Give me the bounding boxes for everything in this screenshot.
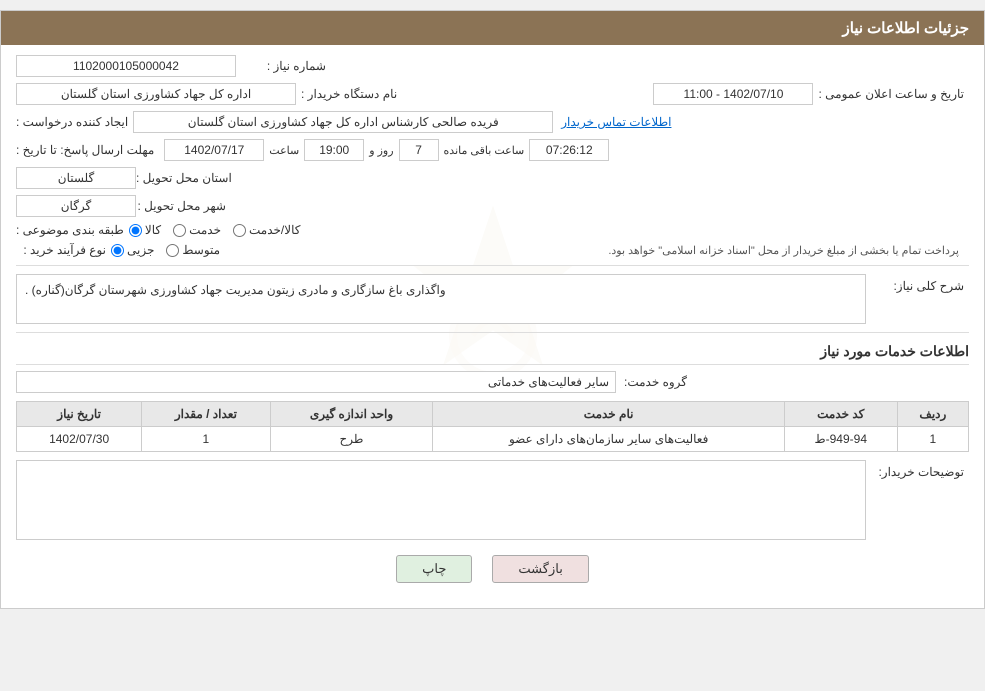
col-row: ردیف — [897, 402, 968, 427]
need-number-label: شماره نیاز : — [236, 59, 326, 73]
content-area: شماره نیاز : 1102000105000042 تاریخ و سا… — [1, 45, 984, 608]
back-button[interactable]: بازگشت — [492, 555, 588, 583]
org-name-label: نام دستگاه خریدار : — [301, 87, 397, 101]
purchase-mutawassit-radio[interactable] — [166, 244, 179, 257]
table-row: 1949-94-طفعالیت‌های سایر سازمان‌های دارا… — [17, 427, 969, 452]
buttons-row: بازگشت چاپ — [16, 555, 969, 583]
org-announce-row: تاریخ و ساعت اعلان عمومی : 1402/07/10 - … — [16, 83, 969, 105]
cell-row: 1 — [897, 427, 968, 452]
cell-date: 1402/07/30 — [17, 427, 142, 452]
buyer-notes-label: توضیحات خریدار: — [874, 465, 964, 479]
purchase-mutawassit-label: متوسط — [182, 243, 220, 257]
purchase-type-label: نوع فرآیند خرید : — [16, 243, 106, 257]
days-label: روز و — [369, 144, 393, 157]
category-khedmat-radio[interactable] — [173, 224, 186, 237]
need-number-row: شماره نیاز : 1102000105000042 — [16, 55, 969, 77]
cell-name: فعالیت‌های سایر سازمان‌های دارای عضو — [433, 427, 784, 452]
province-value: گلستان — [16, 167, 136, 189]
page-header: جزئیات اطلاعات نیاز — [1, 11, 984, 45]
province-row: استان محل تحویل : گلستان — [16, 167, 969, 189]
separator-1 — [16, 265, 969, 266]
creator-value: فریده صالحی کارشناس اداره کل جهاد کشاورز… — [133, 111, 553, 133]
remaining-label: ساعت باقی مانده — [444, 144, 525, 157]
time-label: ساعت — [269, 144, 299, 157]
col-name: نام خدمت — [433, 402, 784, 427]
buyer-notes-value — [16, 460, 866, 540]
category-kala-khedmat-label: کالا/خدمت — [249, 223, 300, 237]
reply-remaining-value: 07:26:12 — [529, 139, 609, 161]
page-container: جزئیات اطلاعات نیاز شماره نیاز : 1102000… — [0, 10, 985, 609]
creator-row: اطلاعات تماس خریدار فریده صالحی کارشناس … — [16, 111, 969, 133]
service-info-title: اطلاعات خدمات مورد نیاز — [16, 343, 969, 365]
reply-deadline-label: مهلت ارسال پاسخ: تا تاریخ : — [16, 143, 154, 157]
cell-count: 1 — [142, 427, 270, 452]
category-label: طبقه بندی موضوعی : — [16, 223, 124, 237]
reply-days-value: 7 — [399, 139, 439, 161]
category-row: کالا/خدمت خدمت کالا طبقه بندی موضوعی : — [16, 223, 969, 237]
category-kala-label: کالا — [145, 223, 161, 237]
purchase-jozei-label: جزیی — [127, 243, 154, 257]
category-option-kala-khedmat: کالا/خدمت — [233, 223, 300, 237]
need-desc-label: شرح کلی نیاز: — [874, 279, 964, 293]
table-header-row: ردیف کد خدمت نام خدمت واحد اندازه گیری ت… — [17, 402, 969, 427]
col-unit: واحد اندازه گیری — [270, 402, 433, 427]
reply-time-value: 19:00 — [304, 139, 364, 161]
print-button[interactable]: چاپ — [396, 555, 472, 583]
announce-date-value: 1402/07/10 - 11:00 — [653, 83, 813, 105]
province-label: استان محل تحویل : — [136, 171, 232, 185]
cell-unit: طرح — [270, 427, 433, 452]
service-group-row: گروه خدمت: سایر فعالیت‌های خدماتی — [16, 371, 969, 393]
purchase-type-option-mutawassit: متوسط — [166, 243, 220, 257]
col-count: تعداد / مقدار — [142, 402, 270, 427]
category-kala-radio[interactable] — [129, 224, 142, 237]
need-desc-section: شرح کلی نیاز: واگذاری باغ سازگاری و مادر… — [16, 274, 969, 324]
org-name-value: اداره کل جهاد کشاورزی استان گلستان — [16, 83, 296, 105]
city-label: شهر محل تحویل : — [136, 199, 226, 213]
category-radio-group: کالا/خدمت خدمت کالا — [129, 223, 301, 237]
main-content: شماره نیاز : 1102000105000042 تاریخ و سا… — [16, 55, 969, 583]
purchase-type-radio-group: متوسط جزیی — [111, 243, 220, 257]
announce-date-label: تاریخ و ساعت اعلان عمومی : — [818, 87, 964, 101]
page-title: جزئیات اطلاعات نیاز — [843, 20, 970, 37]
reply-date-value: 1402/07/17 — [164, 139, 264, 161]
contact-link[interactable]: اطلاعات تماس خریدار — [561, 115, 671, 129]
city-row: شهر محل تحویل : گرگان — [16, 195, 969, 217]
need-desc-value: واگذاری باغ سازگاری و مادری زیتون مدیریت… — [16, 274, 866, 324]
col-date: تاریخ نیاز — [17, 402, 142, 427]
service-group-value: سایر فعالیت‌های خدماتی — [16, 371, 616, 393]
purchase-type-option-jozei: جزیی — [111, 243, 154, 257]
separator-2 — [16, 332, 969, 333]
purchase-type-note: پرداخت تمام یا بخشی از مبلغ خریدار از مح… — [220, 244, 969, 257]
reply-deadline-row: 07:26:12 ساعت باقی مانده 7 روز و 19:00 س… — [16, 139, 969, 161]
category-option-khedmat: خدمت — [173, 223, 221, 237]
city-value: گرگان — [16, 195, 136, 217]
category-option-kala: کالا — [129, 223, 161, 237]
need-number-value: 1102000105000042 — [16, 55, 236, 77]
creator-label: ایجاد کننده درخواست : — [16, 115, 128, 129]
cell-code: 949-94-ط — [784, 427, 897, 452]
col-code: کد خدمت — [784, 402, 897, 427]
category-khedmat-label: خدمت — [189, 223, 221, 237]
purchase-jozei-radio[interactable] — [111, 244, 124, 257]
service-group-label: گروه خدمت: — [624, 375, 687, 389]
buyer-notes-section: توضیحات خریدار: — [16, 460, 969, 540]
services-table: ردیف کد خدمت نام خدمت واحد اندازه گیری ت… — [16, 401, 969, 452]
purchase-type-row: پرداخت تمام یا بخشی از مبلغ خریدار از مح… — [16, 243, 969, 257]
category-kala-khedmat-radio[interactable] — [233, 224, 246, 237]
